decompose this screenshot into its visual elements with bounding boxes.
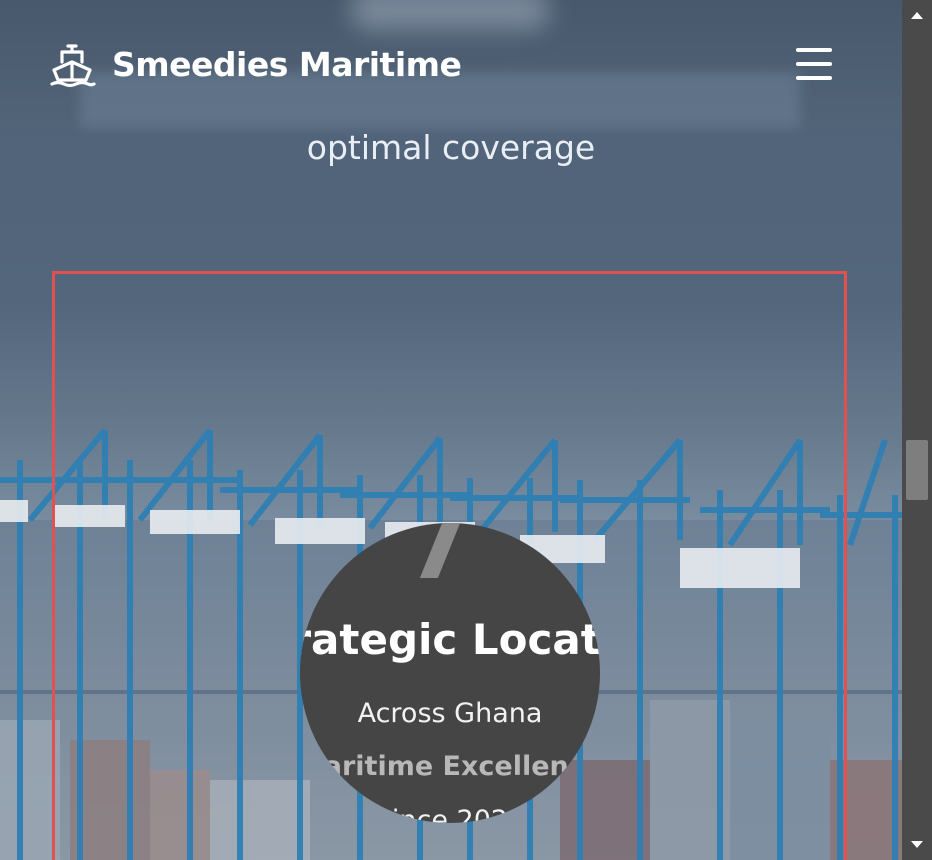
badge-line-2: Maritime Excellence bbox=[300, 751, 600, 782]
site-header: Smeedies Maritime bbox=[0, 0, 902, 128]
brand-logo-link[interactable]: Smeedies Maritime bbox=[48, 40, 462, 88]
viewport: Smeedies Maritime optimal coverage Strat… bbox=[0, 0, 902, 860]
page: Smeedies Maritime optimal coverage Strat… bbox=[0, 0, 932, 860]
scrollbar-thumb[interactable] bbox=[906, 440, 928, 500]
scroll-down-arrow-icon bbox=[911, 841, 923, 848]
vertical-scrollbar[interactable] bbox=[902, 0, 932, 860]
hamburger-menu-icon-line bbox=[796, 62, 832, 66]
quote-slash-icon bbox=[419, 523, 461, 578]
ship-icon bbox=[50, 44, 96, 88]
hero-subtitle: optimal coverage bbox=[306, 128, 596, 167]
feature-badge: Strategic Locations Across Ghana Maritim… bbox=[300, 523, 600, 823]
scroll-up-button[interactable] bbox=[902, 0, 932, 30]
scroll-up-arrow-icon bbox=[911, 12, 923, 19]
badge-line-1: Across Ghana bbox=[357, 698, 543, 729]
hamburger-menu-icon-line bbox=[796, 76, 832, 80]
hamburger-menu-icon bbox=[796, 48, 832, 52]
badge-line-3: Since 2024 bbox=[374, 805, 526, 823]
header-glow bbox=[350, 0, 550, 30]
hamburger-menu-button[interactable] bbox=[794, 46, 834, 82]
brand-name: Smeedies Maritime bbox=[112, 44, 462, 84]
badge-title: Strategic Locations bbox=[300, 615, 600, 664]
scroll-down-button[interactable] bbox=[902, 830, 932, 860]
